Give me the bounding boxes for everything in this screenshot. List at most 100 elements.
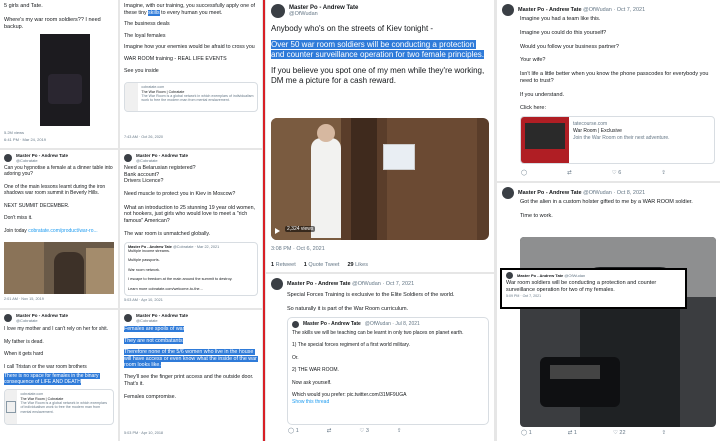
avatar[interactable] bbox=[506, 272, 513, 279]
tweet-date: 5:03 PM · Apr 10, 2018 bbox=[124, 431, 164, 435]
play-icon[interactable] bbox=[275, 228, 280, 234]
author-handle[interactable]: @Cobratate bbox=[16, 318, 68, 323]
author-handle[interactable]: @OfWudan · Oct 8, 2021 bbox=[583, 190, 645, 196]
author-handle[interactable]: @OfWudan bbox=[289, 11, 358, 17]
tweet-header: Master Po - Andrew Tate @OfWudan · Oct 8… bbox=[502, 187, 715, 199]
tweet-hypnotise[interactable]: Master Po - Andrew Tate @Cobratate Can y… bbox=[0, 150, 118, 308]
quote-author-handle[interactable]: @Cobratate · Mar 22, 2021 bbox=[173, 245, 219, 249]
tweet-text: 5 girls and Tate. Where's my war room so… bbox=[4, 3, 101, 30]
tweet-text: Special Forces Training is exclusive to … bbox=[287, 292, 455, 312]
tweet-kiev-streets[interactable]: Master Po - Andrew Tate @OfWudan Anybody… bbox=[266, 0, 494, 272]
tweet-girls-and-tate[interactable]: 5 girls and Tate. Where's my war room so… bbox=[0, 0, 118, 148]
author-name[interactable]: Master Po - Andrew Tate bbox=[518, 7, 582, 13]
tweet-link[interactable]: cobratate.com/product/war-ro... bbox=[28, 228, 97, 234]
tweet-header: Master Po - Andrew Tate @OfWudan · Oct 7… bbox=[502, 4, 715, 16]
avatar[interactable] bbox=[4, 314, 12, 322]
author-handle[interactable]: @Cobratate bbox=[16, 158, 68, 163]
avatar[interactable] bbox=[292, 320, 299, 328]
author-handle[interactable]: @Cobratate bbox=[136, 318, 188, 323]
author-name[interactable]: Master Po - Andrew Tate bbox=[287, 281, 351, 287]
author-handle[interactable]: @Cobratate bbox=[136, 158, 188, 163]
reply-icon: ◯ bbox=[521, 430, 528, 436]
quote-author-handle[interactable]: @OfWudan · Jul 8, 2021 bbox=[365, 321, 420, 327]
card-description: Join the War Room on their next adventur… bbox=[573, 134, 670, 141]
tweet-text: Got the alien in a custom holster gifted… bbox=[520, 199, 693, 219]
tweet-highlighted-text: They are not combatants bbox=[124, 337, 183, 344]
link-card[interactable]: tatecourse.com War Room | Exclusive Join… bbox=[520, 116, 715, 165]
link-card[interactable]: cobratate.com The War Room | Cobratate T… bbox=[4, 389, 114, 426]
tweet-actions: ◯ ⇄ ♡ 6 ⇪ bbox=[521, 170, 666, 176]
author-handle[interactable]: @OfWudan bbox=[564, 273, 585, 278]
quote-author-name[interactable]: Master Po - Andrew Tate bbox=[303, 321, 361, 327]
tweet-header: Master Po - Andrew Tate @OfWudan bbox=[271, 4, 489, 18]
quoted-tweet[interactable]: Master Po - Andrew Tate @OfWudan · Jul 8… bbox=[287, 316, 489, 425]
tweet-highlighted-text: Females are spoils of war bbox=[124, 326, 185, 332]
avatar[interactable] bbox=[502, 187, 514, 199]
avatar[interactable] bbox=[502, 4, 514, 16]
retweet-count-link[interactable]: 1 Retweet bbox=[271, 262, 296, 268]
tweet-highlighted-text: There is no space for females in the bin… bbox=[4, 372, 100, 385]
tweet-belarusian[interactable]: Master Po - Andrew Tate @Cobratate Need … bbox=[120, 150, 262, 308]
tweet-photo-holster[interactable] bbox=[520, 237, 716, 427]
wall-sign bbox=[383, 144, 415, 170]
avatar[interactable] bbox=[271, 278, 283, 290]
show-thread-link[interactable]: Show this thread bbox=[292, 399, 484, 405]
quote-tweet-count-link[interactable]: 1 Quote Tweet bbox=[304, 262, 340, 268]
tweet-text-line: If you believe you spot one of my men wh… bbox=[271, 66, 487, 85]
tweet-text: They'll see the finger print access and … bbox=[124, 374, 254, 400]
link-card[interactable]: cobratate.com The War Room | Cobratate T… bbox=[124, 82, 258, 113]
tweet-date: 5:09 PM · Oct 7, 2021 bbox=[506, 293, 542, 298]
tweet-text-line: See you inside bbox=[124, 67, 159, 74]
avatar[interactable] bbox=[124, 314, 132, 322]
tweet-header: Master Po - Andrew Tate @Cobratate bbox=[124, 153, 258, 163]
reply-button[interactable]: ◯ bbox=[521, 170, 527, 176]
retweet-button[interactable]: ⇄ bbox=[567, 170, 572, 176]
tweet-video[interactable]: 2,324 views bbox=[271, 118, 489, 240]
tweet-video-thumbnail[interactable] bbox=[40, 34, 90, 126]
tweet-imagine-training[interactable]: Imagine, with our training, you successf… bbox=[120, 0, 262, 148]
tweet-love-my-mother[interactable]: Master Po - Andrew Tate @Cobratate I lov… bbox=[0, 310, 118, 441]
share-button[interactable]: ⇪ bbox=[661, 170, 666, 176]
share-button[interactable]: ⇪ bbox=[397, 428, 402, 434]
avatar[interactable] bbox=[4, 154, 12, 162]
tweet-highlighted-text: Therefore none of the 5/6 women who live… bbox=[124, 349, 259, 369]
like-button[interactable]: ♡ 22 bbox=[613, 430, 626, 436]
tweet-spoils-of-war[interactable]: Master Po - Andrew Tate @Cobratate Femal… bbox=[120, 310, 262, 441]
quoted-tweet[interactable]: Master Po - Andrew Tate @Cobratate · Mar… bbox=[124, 241, 258, 296]
retweet-button[interactable]: ⇄ bbox=[327, 428, 332, 434]
likes-count-link[interactable]: 29 Likes bbox=[347, 262, 368, 268]
heart-icon: ♡ bbox=[612, 430, 618, 436]
share-icon: ⇪ bbox=[661, 170, 666, 176]
card-description: The War Room is a global network in whic… bbox=[141, 93, 254, 103]
tweet-date: 2:01 AM · Nov 15, 2019 bbox=[4, 297, 44, 301]
reply-button[interactable]: ◯ 1 bbox=[521, 430, 532, 436]
author-handle[interactable]: @OfWudan · Oct 7, 2021 bbox=[352, 281, 414, 287]
tweet-holster[interactable]: Master Po - Andrew Tate @OfWudan · Oct 8… bbox=[497, 183, 720, 441]
like-button[interactable]: ♡ 3 bbox=[359, 428, 369, 434]
card-description: The War Room is a global network in whic… bbox=[20, 400, 108, 414]
share-button[interactable]: ⇪ bbox=[662, 430, 667, 436]
quote-text: Multiple income streams. Multiple passpo… bbox=[128, 248, 233, 291]
tweet-text: Imagine, with our training, you successf… bbox=[124, 3, 257, 16]
document-icon bbox=[6, 401, 17, 414]
avatar[interactable] bbox=[124, 154, 132, 162]
tweet-stats: 1 Retweet 1 Quote Tweet 29 Likes bbox=[271, 262, 368, 268]
tweet-photo-summit[interactable] bbox=[4, 242, 114, 294]
retweet-button[interactable]: ⇄ 1 bbox=[568, 430, 577, 436]
author-name[interactable]: Master Po - Andrew Tate bbox=[518, 190, 582, 196]
avatar[interactable] bbox=[271, 4, 285, 18]
author-handle[interactable]: @OfWudan · Oct 7, 2021 bbox=[583, 7, 645, 13]
retweet-icon: ⇄ bbox=[567, 430, 573, 436]
like-button[interactable]: ♡ 6 bbox=[612, 170, 622, 176]
author-name[interactable]: Master Po - Andrew Tate bbox=[517, 273, 563, 278]
tweet-text-line: Imagine how your enemies would be afraid… bbox=[124, 44, 255, 51]
tweet-date: 7:43 AM · Oct 26, 2020 bbox=[124, 135, 164, 139]
reply-button[interactable]: ◯ 1 bbox=[288, 428, 299, 434]
retweet-icon: ⇄ bbox=[326, 428, 332, 434]
card-domain: tatecourse.com bbox=[573, 121, 608, 128]
tweet-team-like-this[interactable]: Master Po - Andrew Tate @OfWudan · Oct 7… bbox=[497, 0, 720, 181]
tweet-counter-surveillance-overlay[interactable]: Master Po - Andrew Tate @OfWudan War roo… bbox=[500, 268, 687, 309]
heart-icon: ♡ bbox=[359, 428, 365, 434]
tweet-text-line: Anybody who's on the streets of Kiev ton… bbox=[271, 24, 434, 33]
tweet-special-forces[interactable]: Master Po - Andrew Tate @OfWudan · Oct 7… bbox=[266, 274, 494, 441]
